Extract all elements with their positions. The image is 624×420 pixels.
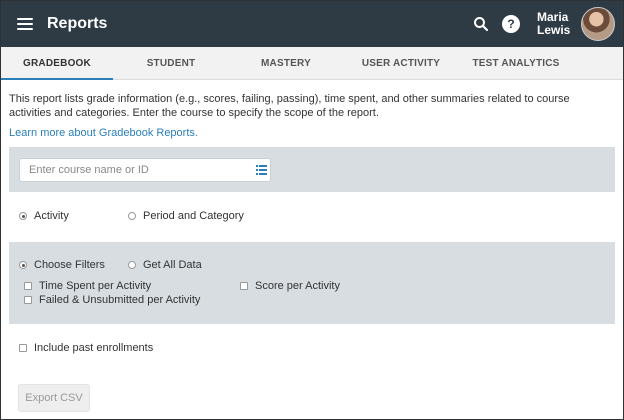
radio-choose-filters-button[interactable] xyxy=(19,261,27,269)
radio-activity[interactable]: Activity xyxy=(19,210,69,222)
radio-choose-filters[interactable]: Choose Filters xyxy=(19,259,105,271)
page-title: Reports xyxy=(47,15,108,32)
radio-activity-label: Activity xyxy=(34,210,69,222)
course-panel xyxy=(9,147,615,192)
learn-more-link[interactable]: Learn more about Gradebook Reports. xyxy=(9,127,198,139)
report-tabs: GRADEBOOK STUDENT MASTERY USER ACTIVITY … xyxy=(1,47,623,80)
radio-get-all-data-button[interactable] xyxy=(128,261,136,269)
filter-panel: Choose Filters Get All Data Time Spent p… xyxy=(9,242,615,324)
check-include-past-box[interactable] xyxy=(19,344,27,352)
check-time-spent-label: Time Spent per Activity xyxy=(39,280,152,292)
radio-activity-button[interactable] xyxy=(19,212,27,220)
check-time-spent[interactable]: Time Spent per Activity xyxy=(24,280,151,292)
check-score-label: Score per Activity xyxy=(255,280,340,292)
radio-period-category-label: Period and Category xyxy=(143,210,244,222)
check-score-box[interactable] xyxy=(240,282,248,290)
report-description: This report lists grade information (e.g… xyxy=(9,93,570,119)
check-failed-unsubmitted-label: Failed & Unsubmitted per Activity xyxy=(39,294,201,306)
radio-period-category-button[interactable] xyxy=(128,212,136,220)
top-bar: Reports ? Maria Lewis xyxy=(1,1,623,47)
check-include-past-label: Include past enrollments xyxy=(34,342,154,354)
check-failed-unsubmitted-box[interactable] xyxy=(24,296,32,304)
course-search-input[interactable] xyxy=(19,158,271,182)
search-icon[interactable] xyxy=(472,15,490,33)
tab-student[interactable]: STUDENT xyxy=(113,47,229,80)
export-csv-button[interactable]: Export CSV xyxy=(18,384,90,412)
radio-get-all-data[interactable]: Get All Data xyxy=(128,259,202,271)
tab-test-analytics[interactable]: TEST ANALYTICS xyxy=(459,47,573,80)
menu-icon[interactable] xyxy=(17,18,33,30)
tab-gradebook[interactable]: GRADEBOOK xyxy=(1,47,113,80)
check-score[interactable]: Score per Activity xyxy=(240,280,340,292)
tab-mastery[interactable]: MASTERY xyxy=(229,47,343,80)
user-name[interactable]: Maria Lewis xyxy=(537,11,577,37)
avatar[interactable] xyxy=(581,7,615,41)
tab-user-activity[interactable]: USER ACTIVITY xyxy=(343,47,459,80)
check-time-spent-box[interactable] xyxy=(24,282,32,290)
radio-period-category[interactable]: Period and Category xyxy=(128,210,244,222)
radio-get-all-data-label: Get All Data xyxy=(143,259,202,271)
radio-choose-filters-label: Choose Filters xyxy=(34,259,105,271)
reports-page: Reports ? Maria Lewis GRADEBOOK STUDENT … xyxy=(1,1,623,419)
check-failed-unsubmitted[interactable]: Failed & Unsubmitted per Activity xyxy=(24,294,200,306)
user-last-name: Lewis xyxy=(537,23,571,37)
help-icon[interactable]: ? xyxy=(502,15,520,33)
top-right-group: ? Maria Lewis xyxy=(472,1,615,47)
check-include-past[interactable]: Include past enrollments xyxy=(19,342,153,354)
list-icon[interactable] xyxy=(256,165,267,175)
